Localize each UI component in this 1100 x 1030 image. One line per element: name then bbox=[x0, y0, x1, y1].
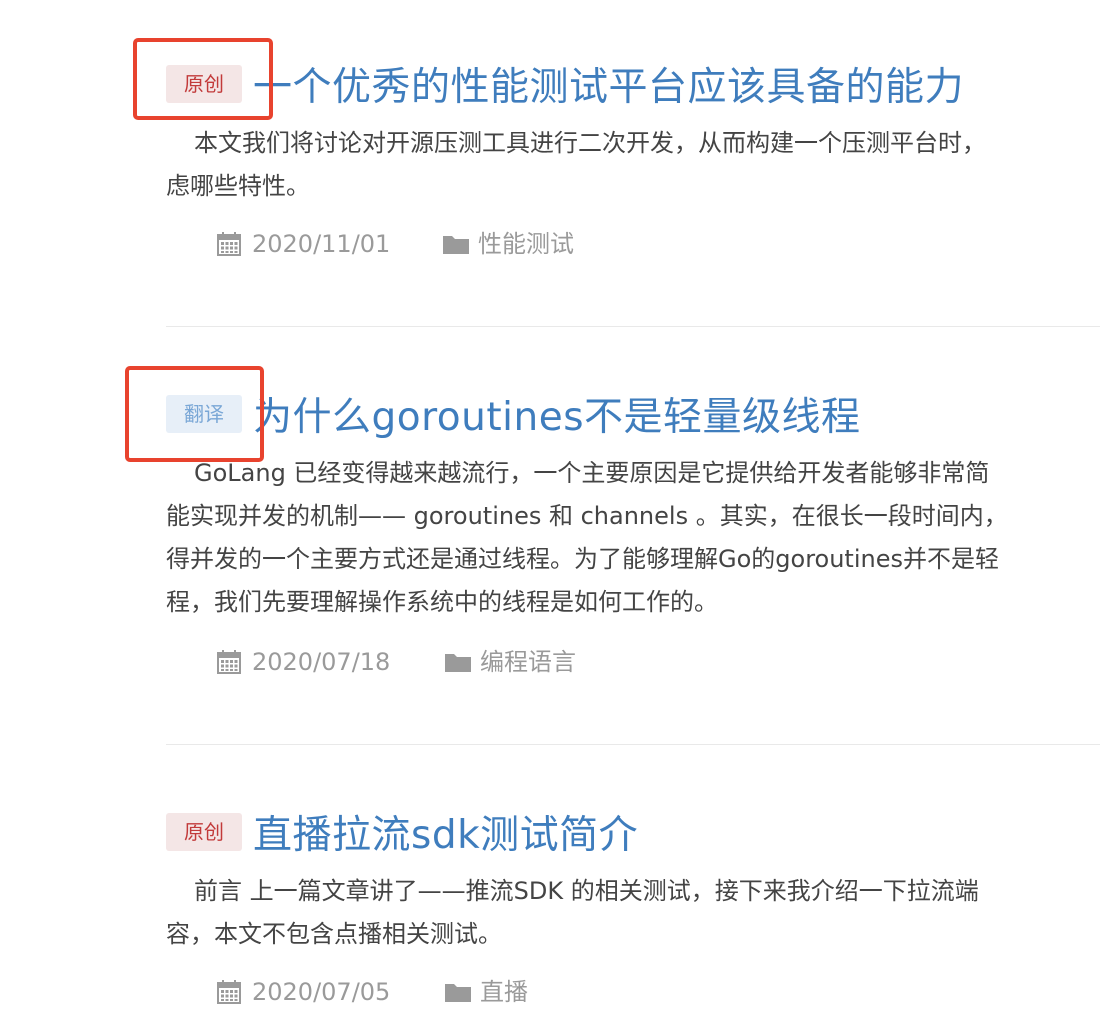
post-item: 原创 一个优秀的性能测试平台应该具备的能力 本文我们将讨论对开源压测工具进行二次… bbox=[166, 56, 1100, 258]
post-category-text[interactable]: 编程语言 bbox=[480, 646, 576, 678]
post-title-row: 原创 直播拉流sdk测试简介 bbox=[166, 804, 1100, 860]
excerpt-line: 本文我们将讨论对开源压测工具进行二次开发，从而构建一个压测平台时， bbox=[194, 129, 986, 157]
excerpt-line: 得并发的一个主要方式还是通过线程。为了能够理解Go的goroutines并不是轻 bbox=[166, 545, 999, 573]
badge-highlight-box bbox=[133, 38, 273, 120]
post-list-page: 原创 一个优秀的性能测试平台应该具备的能力 本文我们将讨论对开源压测工具进行二次… bbox=[0, 0, 1100, 1030]
excerpt-line: 前言 上一篇文章讲了——推流SDK 的相关测试，接下来我介绍一下拉流端 bbox=[194, 877, 979, 905]
post-item: 翻译 为什么goroutines不是轻量级线程 GoLang 已经变得越来越流行… bbox=[166, 386, 1100, 676]
excerpt-line: GoLang 已经变得越来越流行，一个主要原因是它提供给开发者能够非常简 bbox=[194, 459, 990, 487]
post-category-text[interactable]: 性能测试 bbox=[478, 228, 574, 260]
post-category-text[interactable]: 直播 bbox=[480, 976, 528, 1008]
excerpt-line: 能实现并发的机制—— goroutines 和 channels 。其实，在很长… bbox=[166, 502, 1008, 530]
excerpt-line: 容，本文不包含点播相关测试。 bbox=[166, 920, 502, 948]
post-excerpt: 本文我们将讨论对开源压测工具进行二次开发，从而构建一个压测平台时， 虑哪些特性。 bbox=[166, 122, 1100, 208]
calendar-icon bbox=[217, 232, 241, 256]
folder-icon bbox=[443, 236, 469, 254]
post-date-text: 2020/07/05 bbox=[252, 978, 391, 1006]
excerpt-line: 虑哪些特性。 bbox=[166, 172, 310, 200]
post-excerpt: GoLang 已经变得越来越流行，一个主要原因是它提供给开发者能够非常简 能实现… bbox=[166, 452, 1100, 624]
folder-icon bbox=[445, 984, 471, 1002]
post-item: 原创 直播拉流sdk测试简介 前言 上一篇文章讲了——推流SDK 的相关测试，接… bbox=[166, 804, 1100, 1006]
post-excerpt: 前言 上一篇文章讲了——推流SDK 的相关测试，接下来我介绍一下拉流端 容，本文… bbox=[166, 870, 1100, 956]
post-divider bbox=[166, 744, 1100, 745]
post-date-text: 2020/11/01 bbox=[252, 230, 391, 258]
post-date-text: 2020/07/18 bbox=[252, 648, 391, 676]
post-divider bbox=[166, 326, 1100, 327]
post-title-row: 原创 一个优秀的性能测试平台应该具备的能力 bbox=[166, 56, 1100, 112]
badge-highlight-box bbox=[125, 366, 264, 462]
post-title-link[interactable]: 一个优秀的性能测试平台应该具备的能力 bbox=[253, 56, 964, 112]
post-title-link[interactable]: 直播拉流sdk测试简介 bbox=[253, 804, 638, 860]
excerpt-line: 程，我们先要理解操作系统中的线程是如何工作的。 bbox=[166, 588, 718, 616]
calendar-icon bbox=[217, 980, 241, 1004]
post-title-row: 翻译 为什么goroutines不是轻量级线程 bbox=[166, 386, 1100, 442]
post-title-link[interactable]: 为什么goroutines不是轻量级线程 bbox=[253, 386, 861, 442]
folder-icon bbox=[445, 654, 471, 672]
post-badge-original: 原创 bbox=[166, 813, 242, 851]
calendar-icon bbox=[217, 650, 241, 674]
